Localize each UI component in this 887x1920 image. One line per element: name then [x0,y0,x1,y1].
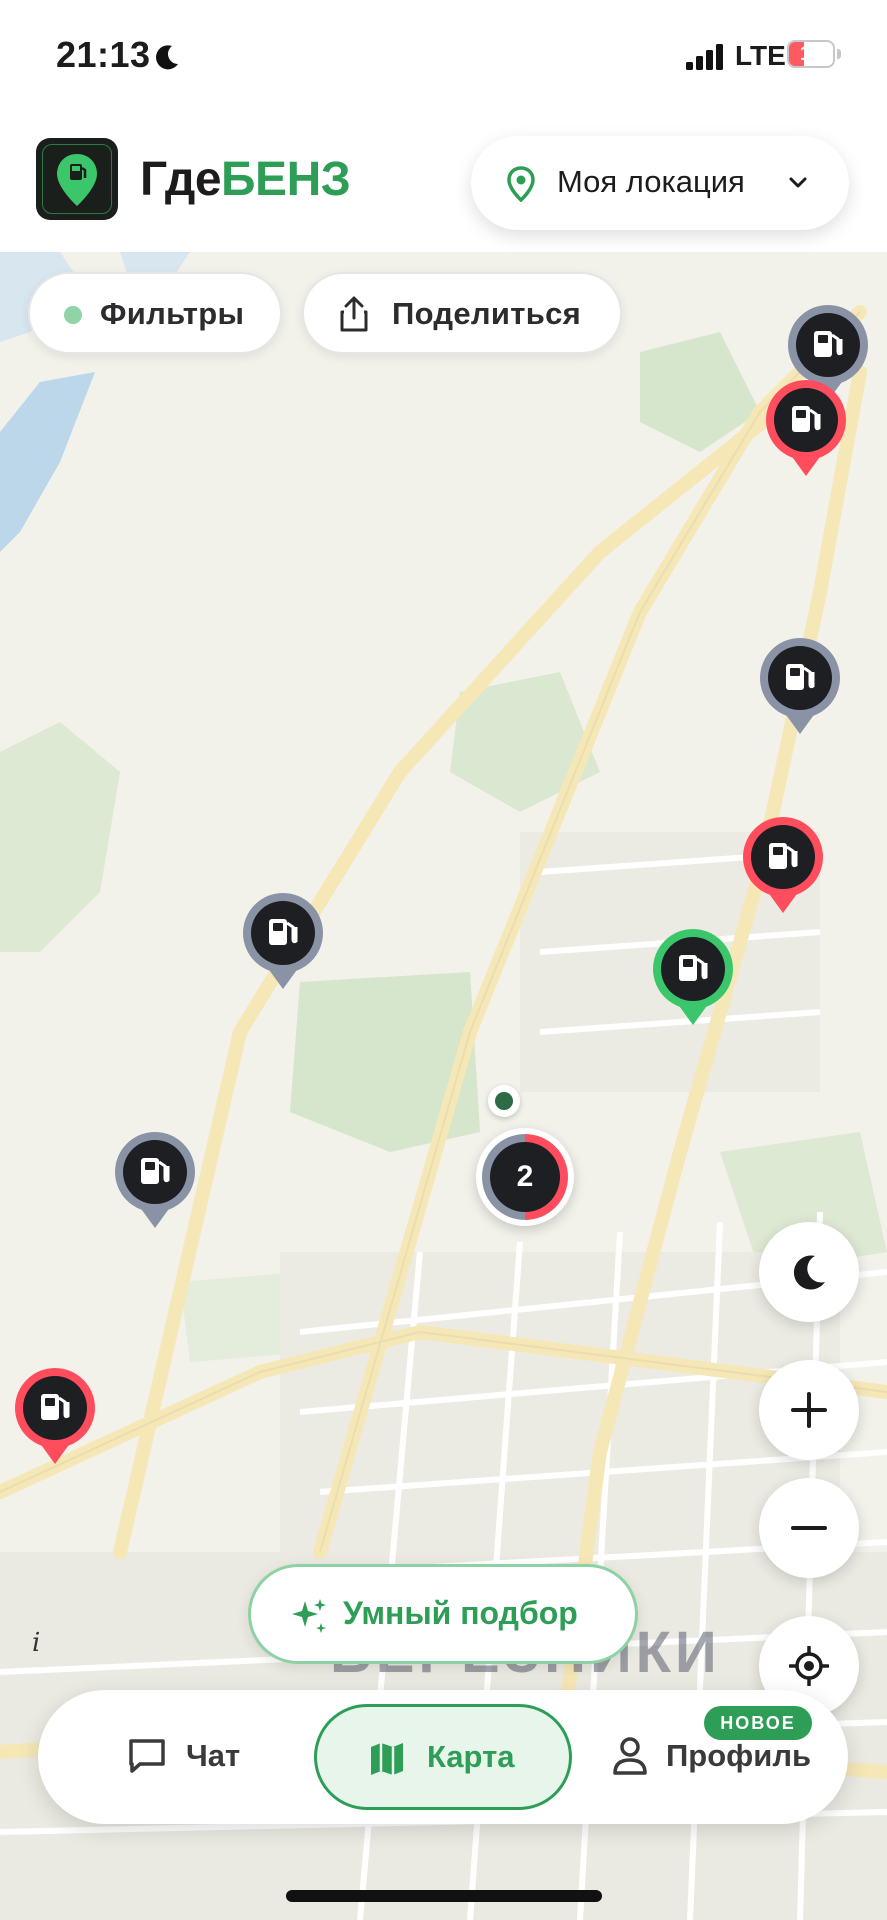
location-selector-button[interactable]: Моя локация [471,136,849,230]
pin-tip [39,1442,71,1464]
pin-tip [677,1003,709,1025]
station-pin-red[interactable] [15,1368,95,1468]
user-location-dot [495,1092,513,1110]
user-location-marker [488,1085,520,1117]
location-pin-icon [507,166,535,202]
pin-tip [784,712,816,734]
station-pin-gray[interactable] [760,638,840,738]
share-icon [340,296,368,332]
location-label: Моя локация [557,164,745,199]
map-background: БЕРЕЗНИКИ [0,252,887,1920]
fuel-pump-icon [769,843,798,869]
map-icon [371,1743,403,1775]
battery-level: 14 [799,43,823,65]
station-cluster[interactable]: 2 [476,1128,574,1226]
smart-pick-label: Умный подбор [343,1595,578,1631]
filter-status-dot [64,306,82,324]
moon-icon [793,1255,825,1290]
pin-tip [790,454,822,476]
station-pin-gray[interactable] [243,893,323,993]
nav-chat-label: Чат [186,1738,241,1773]
app-name-part1: Где [140,153,222,206]
share-label: Поделиться [392,296,582,331]
pin-tip [767,891,799,913]
cluster-core: 2 [490,1142,560,1212]
map-attribution-info[interactable]: i [32,1628,40,1658]
status-bar: 21:13 LTE 14 [0,0,887,110]
status-time: 21:13 [56,34,151,75]
fuel-pump-icon [792,406,821,432]
location-pin-icon [57,154,97,206]
network-type: LTE [735,40,786,71]
zoom-in-icon [791,1392,827,1428]
app-name-part2: БЕНЗ [221,153,351,206]
station-pin-red[interactable] [743,817,823,917]
dark-mode-button[interactable] [759,1222,859,1322]
fuel-pump-icon [679,955,708,981]
cluster-count: 2 [516,1160,534,1193]
nav-map[interactable]: Карта [314,1704,572,1810]
app-header: ГдеБЕНЗ Моя локация [0,110,887,252]
signal-icon [686,44,723,70]
profile-icon [613,1737,647,1775]
map-view[interactable]: БЕРЕЗНИКИ Фильтры Поделиться [0,252,887,1920]
fuel-pump-icon [814,331,843,357]
station-pin-gray[interactable] [115,1132,195,1232]
nav-chat[interactable]: Чат [98,1690,288,1824]
app-logo [36,138,118,220]
zoom-in-button[interactable] [759,1360,859,1460]
app-name: ГдеБЕНЗ [140,152,351,207]
station-pin-red[interactable] [766,380,846,480]
chat-icon [129,1739,165,1773]
smart-pick-button[interactable]: Умный подбор [248,1564,638,1664]
pin-tip [139,1206,171,1228]
fuel-pump-icon [41,1394,70,1420]
new-badge: НОВОЕ [704,1706,812,1740]
pin-tip [267,967,299,989]
battery-cap [837,49,841,59]
sparkle-icon [292,1599,326,1633]
fuel-pump-icon [786,664,815,690]
zoom-out-icon [791,1526,827,1530]
chevron-down-icon [789,177,807,188]
zoom-out-button[interactable] [759,1478,859,1578]
fuel-pump-icon [269,919,298,945]
filters-button[interactable]: Фильтры [28,272,282,354]
moon-icon [156,45,178,70]
share-button[interactable]: Поделиться [302,272,622,354]
locate-icon [789,1646,829,1686]
nav-profile-label: Профиль [666,1738,812,1773]
fuel-pump-icon [141,1158,170,1184]
filters-label: Фильтры [100,296,245,331]
station-pin-green[interactable] [653,929,733,1029]
battery-icon: 14 [787,40,835,68]
bottom-nav: Чат Карта Профиль НОВОЕ [38,1690,848,1824]
nav-map-label: Карта [427,1739,515,1774]
home-indicator [286,1890,602,1902]
